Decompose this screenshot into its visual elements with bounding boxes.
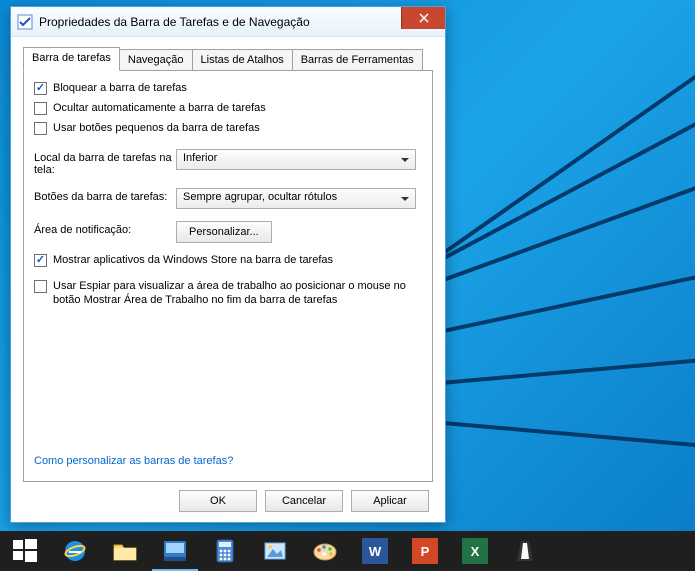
ok-button[interactable]: OK: [179, 490, 257, 512]
word-icon: W: [362, 538, 388, 564]
taskbar-item-generic[interactable]: [500, 531, 550, 571]
taskbar-properties-icon: [161, 537, 189, 565]
taskbar-item-explorer[interactable]: [100, 531, 150, 571]
checkbox-auto-hide[interactable]: [34, 102, 47, 115]
label-taskbar-location: Local da barra de tarefas na tela:: [34, 149, 176, 176]
photos-icon: [261, 537, 289, 565]
apply-button[interactable]: Aplicar: [351, 490, 429, 512]
powerpoint-icon: P: [412, 538, 438, 564]
taskbar-item-powerpoint[interactable]: P: [400, 531, 450, 571]
taskbar-item-word[interactable]: W: [350, 531, 400, 571]
calculator-icon: [211, 537, 239, 565]
select-taskbar-buttons[interactable]: Sempre agrupar, ocultar rótulos: [176, 188, 416, 209]
taskbar-item-photos[interactable]: [250, 531, 300, 571]
label-show-store-apps: Mostrar aplicativos da Windows Store na …: [53, 253, 333, 267]
cancel-button[interactable]: Cancelar: [265, 490, 343, 512]
checkbox-lock-taskbar[interactable]: [34, 82, 47, 95]
taskbar-item-calculator[interactable]: [200, 531, 250, 571]
folder-icon: [111, 537, 139, 565]
window-title: Propriedades da Barra de Tarefas e de Na…: [39, 15, 401, 29]
label-small-buttons: Usar botões pequenos da barra de tarefas: [53, 121, 260, 135]
label-notification-area: Área de notificação:: [34, 221, 176, 236]
taskbar-item-ie[interactable]: [50, 531, 100, 571]
tab-panel-taskbar: Bloquear a barra de tarefas Ocultar auto…: [23, 71, 433, 482]
system-taskbar: W P X: [0, 531, 695, 571]
tab-toolbars[interactable]: Barras de Ferramentas: [292, 49, 423, 70]
taskbar-item-properties[interactable]: [150, 531, 200, 571]
dialog-button-bar: OK Cancelar Aplicar: [23, 482, 433, 514]
checkbox-small-buttons[interactable]: [34, 122, 47, 135]
ie-icon: [61, 537, 89, 565]
select-taskbar-location[interactable]: Inferior: [176, 149, 416, 170]
titlebar[interactable]: Propriedades da Barra de Tarefas e de Na…: [11, 7, 445, 37]
label-lock-taskbar: Bloquear a barra de tarefas: [53, 81, 187, 95]
client-area: Barra de tarefas Navegação Listas de Ata…: [11, 37, 445, 522]
close-button[interactable]: [401, 7, 445, 29]
customize-button[interactable]: Personalizar...: [176, 221, 272, 243]
taskbar-properties-dialog: Propriedades da Barra de Tarefas e de Na…: [10, 6, 446, 523]
start-button[interactable]: [0, 531, 50, 571]
checkbox-use-peek[interactable]: [34, 280, 47, 293]
excel-icon: X: [462, 538, 488, 564]
label-auto-hide: Ocultar automaticamente a barra de taref…: [53, 101, 266, 115]
tab-taskbar[interactable]: Barra de tarefas: [23, 47, 120, 71]
tab-strip: Barra de tarefas Navegação Listas de Ata…: [23, 47, 433, 71]
app-icon: [511, 537, 539, 565]
window-icon: [17, 14, 33, 30]
label-taskbar-buttons: Botões da barra de tarefas:: [34, 188, 176, 203]
paint-icon: [311, 537, 339, 565]
label-use-peek: Usar Espiar para visualizar a área de tr…: [53, 279, 413, 307]
windows-logo-icon: [11, 537, 39, 565]
tab-jumplists[interactable]: Listas de Atalhos: [192, 49, 293, 70]
help-link[interactable]: Como personalizar as barras de tarefas?: [34, 455, 422, 467]
checkbox-show-store-apps[interactable]: [34, 254, 47, 267]
tab-navigation[interactable]: Navegação: [119, 49, 193, 70]
taskbar-item-paint[interactable]: [300, 531, 350, 571]
taskbar-item-excel[interactable]: X: [450, 531, 500, 571]
